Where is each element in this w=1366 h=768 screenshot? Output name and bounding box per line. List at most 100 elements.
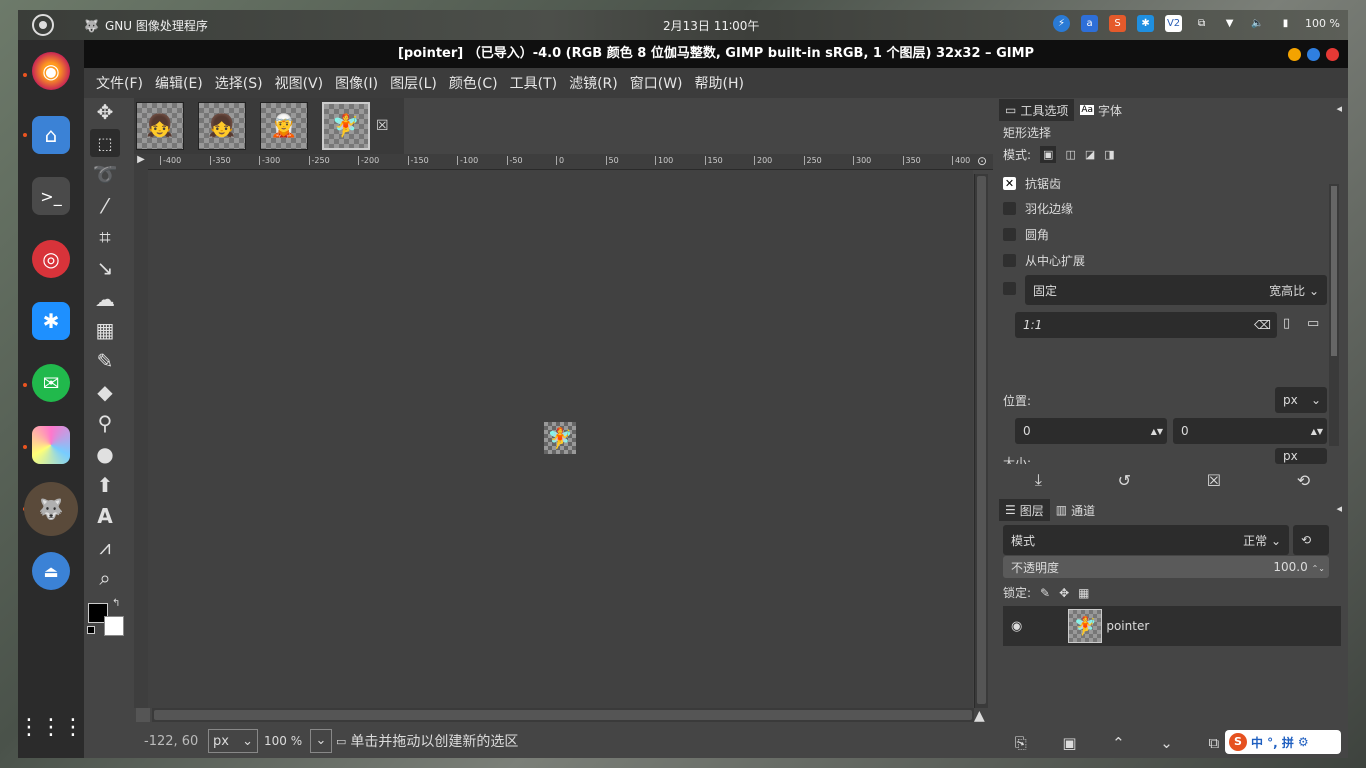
canvas-area[interactable]: 🧚 <box>148 170 973 708</box>
lasso-tool-icon[interactable]: ➰ <box>90 160 120 188</box>
ime-status-bar[interactable]: S 中 °, 拼 ⚙ <box>1225 730 1341 754</box>
feather-row[interactable]: 羽化边缘 <box>1003 200 1073 217</box>
ratio-input[interactable]: 1:1 ⌫ <box>1015 312 1277 338</box>
zoom-fit-icon[interactable]: ⊙ <box>974 154 990 170</box>
menu-windows[interactable]: 窗口(W) <box>624 73 689 93</box>
menu-edit[interactable]: 编辑(E) <box>149 73 209 93</box>
window-titlebar[interactable]: [pointer] （已导入）-4.0 (RGB 颜色 8 位伽马整数, GIM… <box>84 40 1348 68</box>
wifi-icon[interactable]: ▼ <box>1221 15 1238 32</box>
zoom-dropdown[interactable]: ⌄ <box>310 729 332 753</box>
show-apps-icon[interactable]: ⋮⋮⋮ <box>18 708 84 746</box>
layer-row[interactable]: ◉ 🧚 pointer <box>1003 606 1341 646</box>
image-tab-active[interactable]: 🧚 <box>322 102 370 150</box>
move-tool-icon[interactable]: ✥ <box>90 98 120 126</box>
tray-v2-icon[interactable]: V2 <box>1165 15 1183 32</box>
warp-tool-icon[interactable]: ☁ <box>90 285 120 313</box>
mode-subtract-icon[interactable]: ◪ <box>1085 148 1095 161</box>
menu-image[interactable]: 图像(I) <box>329 73 384 93</box>
tool-options-scrollbar[interactable] <box>1329 184 1339 446</box>
position-x-input[interactable]: 0 ▲▼ <box>1015 418 1167 444</box>
close-button[interactable] <box>1326 48 1339 61</box>
volume-icon[interactable]: 🔈 <box>1249 15 1266 32</box>
swap-colors-icon[interactable]: ↰ <box>112 598 120 609</box>
minimize-button[interactable] <box>1288 48 1301 61</box>
antialias-row[interactable]: ✕ 抗锯齿 <box>1003 175 1061 192</box>
horizontal-scrollbar[interactable] <box>152 708 974 722</box>
stepper-icon[interactable]: ▲▼ <box>1311 427 1323 436</box>
clock[interactable]: 2月13日 11∶00午 <box>663 17 759 34</box>
panel-menu-icon[interactable]: ◂ <box>1336 502 1342 515</box>
wechat-icon[interactable]: ✉ <box>32 364 70 402</box>
paintbrush-tool-icon[interactable]: ✎ <box>90 347 120 375</box>
expand-center-checkbox[interactable] <box>1003 254 1016 267</box>
landscape-icon[interactable]: ▭ <box>1307 316 1319 331</box>
maximize-button[interactable] <box>1307 48 1320 61</box>
fuzzy-select-tool-icon[interactable]: ⁄ <box>90 192 120 220</box>
antialias-checkbox[interactable]: ✕ <box>1003 177 1016 190</box>
menu-tools[interactable]: 工具(T) <box>504 73 563 93</box>
dodge-tool-icon[interactable]: ⬆ <box>90 471 120 499</box>
lock-position-icon[interactable]: ✥ <box>1059 586 1069 600</box>
smudge-tool-icon[interactable]: ● <box>90 440 120 468</box>
image-tab[interactable]: 👧 <box>198 102 246 150</box>
menu-colors[interactable]: 颜色(C) <box>443 73 504 93</box>
image-tab[interactable]: 👧 <box>136 102 184 150</box>
rounded-checkbox[interactable] <box>1003 228 1016 241</box>
crop-tool-icon[interactable]: ⌗ <box>90 223 120 251</box>
gradient-tool-icon[interactable]: ▦ <box>90 316 120 344</box>
menu-layer[interactable]: 图层(L) <box>384 73 443 93</box>
menu-view[interactable]: 视图(V) <box>269 73 330 93</box>
rounded-row[interactable]: 圆角 <box>1003 226 1049 243</box>
tray-app-icon[interactable]: a <box>1081 15 1099 32</box>
vertical-scrollbar[interactable] <box>974 174 988 708</box>
app-swirl-icon[interactable] <box>32 426 70 464</box>
mode-intersect-icon[interactable]: ◨ <box>1104 148 1114 161</box>
terminal-icon[interactable]: >_ <box>32 177 70 215</box>
navigate-icon[interactable]: ▲ <box>974 708 990 724</box>
mode-add-icon[interactable]: ◫ <box>1065 148 1075 161</box>
zoom-value[interactable]: 100 % <box>264 734 310 748</box>
unit-select[interactable]: px ⌄ <box>208 729 258 753</box>
image-pointer-sprite[interactable]: 🧚 <box>544 422 576 454</box>
new-group-icon[interactable]: ▣ <box>1062 734 1076 752</box>
fixed-select[interactable]: 固定 宽高比 ⌄ <box>1025 275 1327 305</box>
composite-mode-button[interactable]: ⟲ <box>1293 525 1329 555</box>
quick-mask-icon[interactable]: ▶ <box>134 154 148 170</box>
rect-select-tool-icon[interactable]: ⬚ <box>90 129 120 157</box>
text-tool-icon[interactable]: A <box>90 502 120 530</box>
fixed-checkbox[interactable] <box>1003 282 1016 295</box>
layer-mode-select[interactable]: 模式 正常 ⌄ <box>1003 525 1289 555</box>
tab-fonts[interactable]: Aa 字体 <box>1074 99 1128 121</box>
close-tab-icon[interactable]: ☒ <box>376 118 389 134</box>
clear-icon[interactable]: ⌫ <box>1254 318 1271 332</box>
transform-tool-icon[interactable]: ↘ <box>90 254 120 282</box>
menu-filters[interactable]: 滤镜(R) <box>563 73 624 93</box>
zoom-tool-icon[interactable]: ⌕ <box>90 564 120 592</box>
portrait-icon[interactable]: ▯ <box>1283 316 1290 331</box>
music-icon[interactable]: ◎ <box>32 240 70 278</box>
gear-icon[interactable]: ⚙ <box>1298 735 1309 749</box>
app-menu[interactable]: 🐺 GNU 图像处理程序 <box>84 17 208 34</box>
visibility-eye-icon[interactable]: ◉ <box>1011 619 1022 634</box>
mode-replace-icon[interactable]: ▣ <box>1040 146 1057 163</box>
messenger-icon[interactable]: ✱ <box>32 302 70 340</box>
eject-icon[interactable]: ⏏ <box>32 552 70 590</box>
save-options-icon[interactable]: ⤓ <box>1035 470 1042 490</box>
panel-menu-icon[interactable]: ◂ <box>1336 102 1342 115</box>
firefox-icon[interactable]: ◉ <box>32 52 70 90</box>
menu-help[interactable]: 帮助(H) <box>689 73 750 93</box>
background-color-swatch[interactable] <box>104 616 124 636</box>
lock-pixels-icon[interactable]: ✎ <box>1040 586 1050 600</box>
raise-layer-icon[interactable]: ⌃ <box>1112 734 1125 752</box>
menu-select[interactable]: 选择(S) <box>209 73 269 93</box>
files-icon[interactable]: ⌂ <box>32 116 70 154</box>
position-unit-select[interactable]: px ⌄ <box>1275 387 1327 413</box>
stepper-icon[interactable]: ⌃⌄ <box>1312 564 1325 573</box>
delete-options-icon[interactable]: ☒ <box>1207 471 1221 490</box>
layer-name[interactable]: pointer <box>1106 619 1149 633</box>
menu-file[interactable]: 文件(F) <box>90 73 149 93</box>
default-colors-icon[interactable] <box>87 626 95 634</box>
tray-window-icon[interactable]: ⧉ <box>1193 15 1210 32</box>
new-layer-icon[interactable]: ⎘ <box>1015 734 1027 752</box>
activities-button[interactable] <box>32 14 54 36</box>
